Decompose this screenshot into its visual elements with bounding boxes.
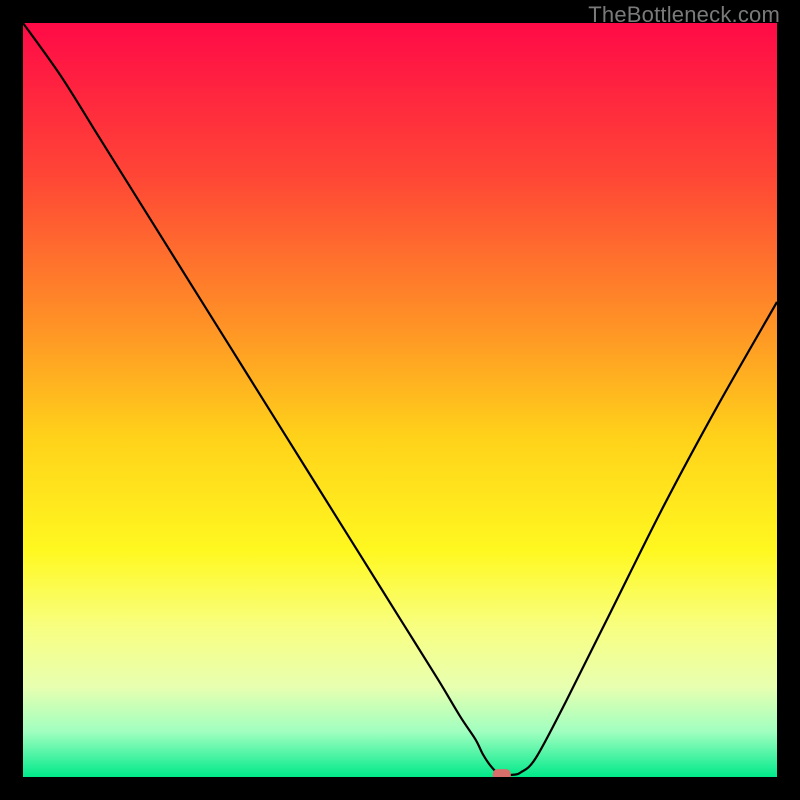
optimal-point-marker [493,769,511,777]
chart-plot [23,23,777,777]
chart-frame: TheBottleneck.com [0,0,800,800]
chart-background [23,23,777,777]
